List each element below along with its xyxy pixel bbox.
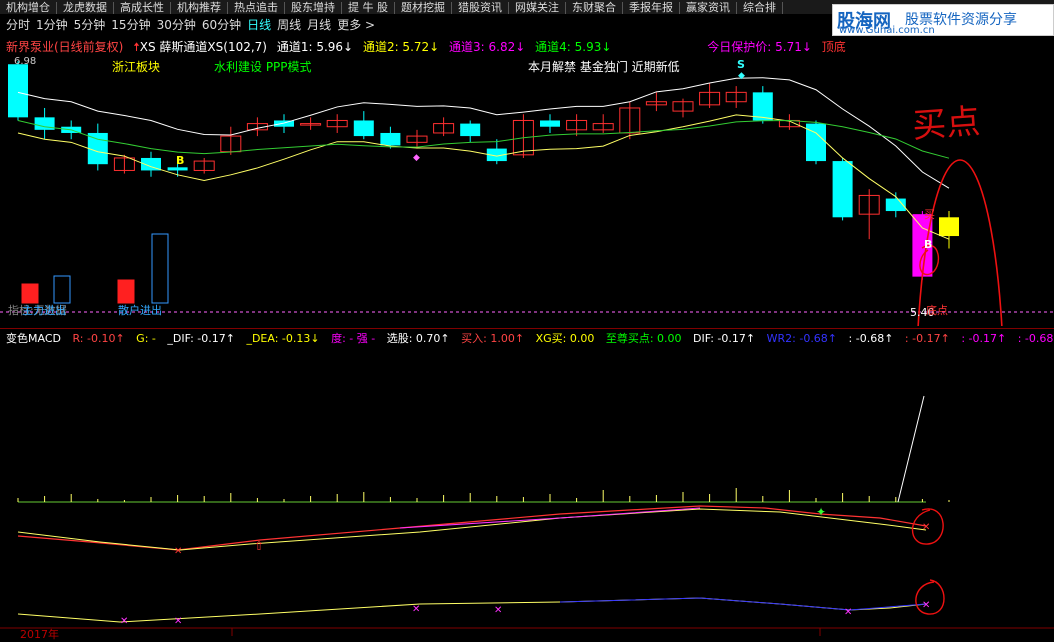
fund-bar — [151, 233, 169, 304]
macd-v3: : -0.17↑ — [961, 332, 1007, 345]
candle-body — [832, 161, 853, 218]
macd-g: G: - — [136, 332, 156, 345]
nav-item-7[interactable]: 题材挖掘 — [395, 2, 452, 14]
candle-body — [353, 120, 374, 137]
macd-info-line: 变色MACD R: -0.10↑ G: - _DIF: -0.17↑ _DEA:… — [6, 330, 1054, 345]
wr-x-marker: ✕ — [412, 604, 420, 615]
peak-price-label: 6.98 — [14, 56, 37, 67]
annot-water: 水利建设 PPP模式 — [214, 60, 312, 74]
white-trend-line — [897, 395, 925, 503]
candle-body — [806, 123, 826, 162]
nav-item-11[interactable]: 季报年报 — [623, 2, 680, 14]
macd-name[interactable]: 变色MACD — [6, 332, 61, 345]
macd-v4: : -0.68 — [1017, 332, 1054, 345]
diamond-marker: ◆ — [738, 71, 745, 81]
candle-body — [380, 132, 401, 146]
candle-body — [167, 167, 188, 171]
nav-item-4[interactable]: 热点追击 — [228, 2, 285, 14]
nav-item-3[interactable]: 机构推荐 — [171, 2, 228, 14]
macd-r: R: -0.10↑ — [72, 332, 125, 345]
fund-bar — [53, 275, 71, 304]
nav-item-0[interactable]: 机构增仓 — [0, 2, 57, 14]
macd-dif2: DIF: -0.17↑ — [693, 332, 756, 345]
period-tab-7[interactable]: 周线 — [277, 15, 301, 35]
logo-url: www.Guhai.com.cn — [839, 25, 935, 36]
site-logo: 股海网 股票软件资源分享 www.Guhai.com.cn — [832, 4, 1054, 36]
annot-zhejiang: 浙江板块 — [112, 60, 161, 74]
wr-x-marker: ✕ — [844, 607, 852, 618]
sell-s-marker: S — [737, 58, 745, 71]
buy-signal-label: 买 — [924, 208, 935, 221]
candle-body — [460, 123, 481, 137]
nav-item-1[interactable]: 龙虎数据 — [57, 2, 114, 14]
dif-magenta-segment — [399, 507, 701, 529]
macd-xgmai: XG买: 0.00 — [535, 332, 595, 345]
period-tab-1[interactable]: 1分钟 — [36, 15, 68, 35]
macd-mairu: 买入: 1.00↑ — [461, 332, 525, 345]
nav-item-5[interactable]: 股东增持 — [285, 2, 342, 14]
main-fund-label: 主力进出 — [22, 304, 66, 317]
macd-wr2: WR2: -0.68↑ — [766, 332, 838, 345]
nav-item-10[interactable]: 东财聚合 — [566, 2, 623, 14]
period-tab-5[interactable]: 60分钟 — [202, 15, 241, 35]
nav-item-13[interactable]: 综合排 — [737, 2, 783, 14]
fund-bar — [21, 283, 39, 304]
candle-body — [939, 217, 959, 237]
period-tab-9[interactable]: 更多 > — [337, 15, 375, 35]
macd-x-marker: ✕ — [922, 522, 930, 533]
macd-chart[interactable]: ✕ ✕ ✕ ✕ ✕ ✕ ✕ ✕ ⇧ ✦ — [0, 346, 1054, 638]
wr-x-marker: ✕ — [922, 600, 930, 611]
period-tab-0[interactable]: 分时 — [6, 15, 30, 35]
macd-zhizun: 至尊买点: 0.00 — [605, 332, 682, 345]
nav-item-2[interactable]: 高成长性 — [114, 2, 171, 14]
bottom-point-label: 底点 — [926, 304, 948, 317]
candle-body — [540, 120, 560, 127]
dif-line — [17, 505, 927, 551]
dea-line — [17, 508, 927, 551]
buy-b-marker-right: B — [924, 238, 933, 251]
macd-xuangu: 选股: 0.70↑ — [386, 332, 450, 345]
wr-x-marker: ✕ — [120, 616, 128, 627]
period-tab-8[interactable]: 月线 — [307, 15, 331, 35]
up-arrow-icon: ⇧ — [254, 539, 264, 553]
nav-item-6[interactable]: 提 牛 股 — [342, 2, 395, 14]
wr-x-marker: ✕ — [174, 616, 182, 627]
macd-v1: : -0.68↑ — [848, 332, 894, 345]
nav-item-9[interactable]: 网媒关注 — [509, 2, 566, 14]
annot-news: 本月解禁 基金独门 近期新低 — [528, 60, 680, 74]
wr-x-marker: ✕ — [494, 605, 502, 616]
macd-dif1: _DIF: -0.17↑ — [167, 332, 235, 345]
panel-separator — [0, 328, 1054, 329]
handwritten-buy-point: 买点 — [910, 101, 982, 147]
buy-b-marker: B — [176, 154, 185, 167]
macd-dea: _DEA: -0.13↓ — [246, 332, 320, 345]
nav-item-12[interactable]: 赢家资讯 — [680, 2, 737, 14]
period-tab-4[interactable]: 30分钟 — [157, 15, 196, 35]
retail-label: 散户进出 — [118, 304, 162, 317]
period-tab-6[interactable]: 日线 — [247, 15, 271, 35]
wr-line — [17, 597, 927, 623]
period-tab-2[interactable]: 5分钟 — [74, 15, 106, 35]
candle-body — [87, 132, 108, 165]
period-tab-3[interactable]: 15分钟 — [111, 15, 150, 35]
x-marker: ◆ — [413, 153, 420, 163]
fund-bar — [117, 279, 135, 304]
star-icon: ✦ — [816, 505, 826, 519]
macd-x-marker: ✕ — [174, 546, 182, 557]
macd-v2: : -0.17↑ — [904, 332, 950, 345]
year-axis-label: 2017年 — [20, 628, 59, 641]
candle-body — [8, 64, 28, 118]
wr-blue-segment — [559, 597, 927, 611]
kline-chart[interactable]: ◆◆ — [0, 36, 1054, 326]
macd-du: 度: - 强 - — [331, 332, 376, 345]
nav-item-8[interactable]: 猎股资讯 — [452, 2, 509, 14]
